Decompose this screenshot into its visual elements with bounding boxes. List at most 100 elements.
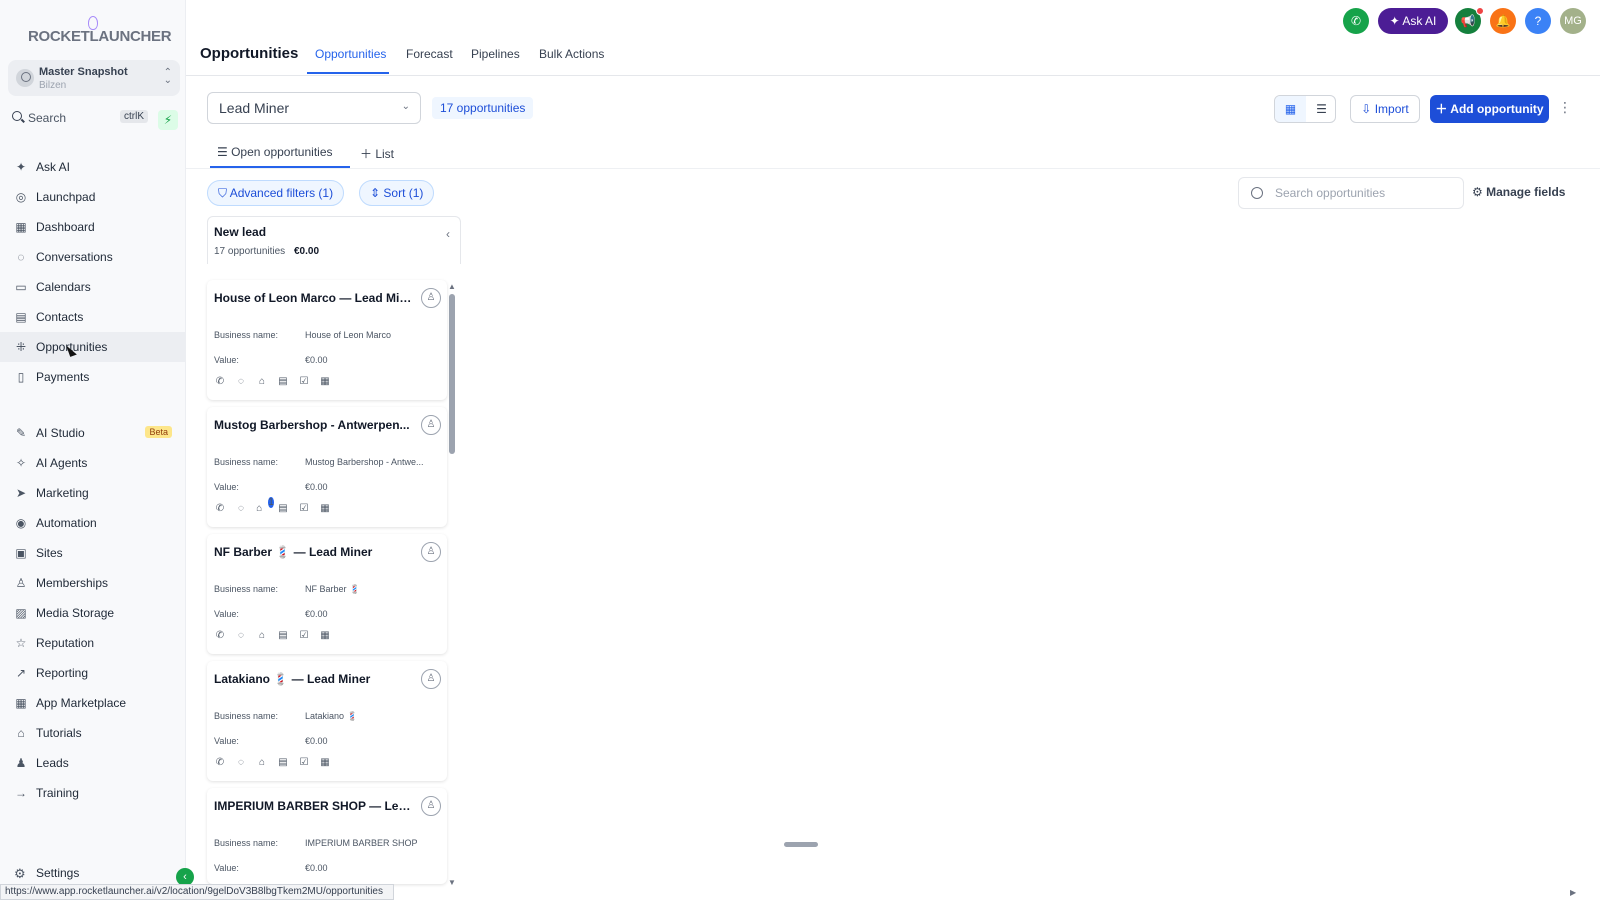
calendar-icon[interactable]: ▦ [319, 757, 331, 769]
subtab-add-list[interactable]: ＋ List [360, 145, 394, 162]
assign-user-icon[interactable]: ♙ [421, 542, 441, 562]
tag-icon[interactable]: ⌂ [256, 376, 268, 388]
chat-icon[interactable]: ◌ [235, 503, 247, 515]
sidebar-item-dashboard[interactable]: ▦ Dashboard [0, 212, 186, 242]
scroll-up-arrow-icon[interactable]: ▲ [448, 282, 456, 291]
sidebar-item-tutorials[interactable]: ⌂ Tutorials [0, 718, 186, 748]
tab-bulk-actions[interactable]: Bulk Actions [539, 47, 604, 61]
pipeline-select[interactable]: Lead Miner ⌄ [207, 92, 421, 124]
advanced-filters-button[interactable]: ⛉ Advanced filters (1) [207, 180, 345, 206]
assign-user-icon[interactable]: ♙ [421, 415, 441, 435]
note-icon[interactable]: ▤ [277, 503, 289, 515]
sidebar-item-reporting[interactable]: ↗ Reporting [0, 658, 186, 688]
add-opportunity-button[interactable]: ＋ Add opportunity [1430, 95, 1549, 123]
note-icon[interactable]: ▤ [277, 630, 289, 642]
workspace-name: Master Snapshot [39, 66, 128, 78]
value-amount: €0.00 [305, 736, 328, 746]
opportunity-card[interactable]: NF Barber 💈 — Lead Miner ♙ Business name… [207, 534, 447, 654]
phone-icon[interactable]: ✆ [214, 503, 226, 515]
sidebar-item-payments[interactable]: ▯ Payments [0, 362, 186, 392]
sidebar-item-sites[interactable]: ▣ Sites [0, 538, 186, 568]
opportunities-icon: ⁜ [15, 340, 27, 354]
ask-ai-button[interactable]: ✦ Ask AI [1378, 8, 1448, 34]
sidebar-item-settings[interactable]: ⚙ Settings [0, 860, 186, 886]
sidebar-item-leads[interactable]: ♟ Leads [0, 748, 186, 778]
phone-icon[interactable]: ✆ [214, 376, 226, 388]
sidebar-search[interactable]: Search ctrlK [8, 108, 148, 130]
sidebar-item-media-storage[interactable]: ▨ Media Storage [0, 598, 186, 628]
phone-icon[interactable]: ✆ [214, 630, 226, 642]
collapse-column-chevron-left-icon[interactable]: ‹ [446, 227, 450, 241]
tag-icon[interactable]: ⌂ [256, 630, 268, 642]
sidebar-item-training[interactable]: → Training [0, 778, 186, 808]
image-icon: ▨ [15, 606, 27, 620]
assign-user-icon[interactable]: ♙ [421, 288, 441, 308]
sidebar-item-app-marketplace[interactable]: ▦ App Marketplace [0, 688, 186, 718]
bell-icon[interactable]: 🔔 [1490, 8, 1516, 34]
grid-view-icon[interactable]: ▦ [1275, 96, 1306, 122]
quick-actions-bolt-icon[interactable]: ⚡ [158, 110, 178, 130]
calendar-icon[interactable]: ▦ [319, 630, 331, 642]
user-avatar[interactable]: MG [1560, 8, 1586, 34]
opportunity-card[interactable]: Latakiano 💈 — Lead Miner ♙ Business name… [207, 661, 447, 781]
sidebar-item-launchpad[interactable]: ◎ Launchpad [0, 182, 186, 212]
more-options-icon[interactable]: ⋮ [1558, 99, 1572, 116]
sidebar-item-ai-agents[interactable]: ✧ AI Agents [0, 448, 186, 478]
task-icon[interactable]: ☑ [298, 757, 310, 769]
manage-fields-button[interactable]: ⚙ Manage fields [1472, 185, 1565, 199]
sidebar-item-calendars[interactable]: ▭ Calendars [0, 272, 186, 302]
card-title: IMPERIUM BARBER SHOP — Lead... [214, 799, 414, 813]
sidebar-item-automation[interactable]: ◉ Automation [0, 508, 186, 538]
note-icon[interactable]: ▤ [277, 757, 289, 769]
card-actions: ✆ ◌ ⌂ ▤ ☑ ▦ [214, 630, 331, 642]
phone-icon[interactable]: ✆ [1343, 8, 1369, 34]
sidebar-item-contacts[interactable]: ▤ Contacts [0, 302, 186, 332]
workspace-switcher[interactable]: Master Snapshot Bilzen ⌃ ⌄ [8, 60, 180, 96]
sidebar-item-opportunities[interactable]: ⁜ Opportunities [0, 332, 186, 362]
sidebar-item-memberships[interactable]: ♙ Memberships [0, 568, 186, 598]
subtab-open-opportunities[interactable]: ☰ Open opportunities [217, 145, 333, 159]
column-scrollbar[interactable]: ▲ ▼ [448, 282, 456, 887]
assign-user-icon[interactable]: ♙ [421, 669, 441, 689]
sidebar-item-ask-ai[interactable]: ✦ Ask AI [0, 152, 186, 182]
sidebar-item-conversations[interactable]: ◌ Conversations [0, 242, 186, 272]
search-opportunities-input[interactable]: Search opportunities [1238, 177, 1464, 209]
sidebar-item-reputation[interactable]: ☆ Reputation [0, 628, 186, 658]
calendar-icon[interactable]: ▦ [319, 376, 331, 388]
tag-icon[interactable]: ⌂ [256, 757, 268, 769]
chat-icon[interactable]: ◌ [235, 630, 247, 642]
opportunity-card[interactable]: Mustog Barbershop - Antwerpen... ♙ Busin… [207, 407, 447, 527]
value-label: Value: [214, 736, 239, 746]
import-button[interactable]: ⇩ Import [1350, 95, 1420, 123]
sidebar-item-label: Ask AI [36, 160, 71, 174]
sidebar-item-ai-studio[interactable]: ✎ AI Studio Beta [0, 418, 186, 448]
value-label: Value: [214, 482, 239, 492]
scroll-thumb[interactable] [449, 294, 455, 454]
opportunity-card[interactable]: IMPERIUM BARBER SHOP — Lead... ♙ Busines… [207, 788, 447, 884]
rocketlauncher-logo[interactable]: ROCKETLAUNCHER [28, 16, 172, 46]
task-icon[interactable]: ☑ [298, 630, 310, 642]
chat-icon[interactable]: ◌ [235, 376, 247, 388]
assign-user-icon[interactable]: ♙ [421, 796, 441, 816]
sidebar-item-label: AI Agents [36, 456, 88, 470]
help-icon[interactable]: ? [1525, 8, 1551, 34]
list-view-icon[interactable]: ☰ [1306, 96, 1335, 122]
tab-pipelines[interactable]: Pipelines [471, 47, 520, 61]
task-icon[interactable]: ☑ [298, 503, 310, 515]
tag-icon[interactable]: ⌂1 [256, 497, 274, 515]
tab-forecast[interactable]: Forecast [406, 47, 453, 61]
scroll-right-arrow-icon[interactable]: ▶ [1570, 888, 1576, 897]
sort-button[interactable]: ⇕ Sort (1) [359, 180, 435, 206]
note-icon[interactable]: ▤ [277, 376, 289, 388]
nav-gap [0, 392, 186, 418]
opportunity-card[interactable]: House of Leon Marco — Lead Miner ♙ Busin… [207, 280, 447, 400]
scroll-down-arrow-icon[interactable]: ▼ [448, 878, 456, 887]
calendar-icon[interactable]: ▦ [319, 503, 331, 515]
tab-opportunities[interactable]: Opportunities [315, 47, 386, 61]
task-icon[interactable]: ☑ [298, 376, 310, 388]
drag-handle[interactable] [784, 842, 818, 847]
phone-icon[interactable]: ✆ [214, 757, 226, 769]
chat-icon[interactable]: ◌ [235, 757, 247, 769]
sidebar-item-marketing[interactable]: ➤ Marketing [0, 478, 186, 508]
automation-icon: ◉ [15, 516, 27, 530]
